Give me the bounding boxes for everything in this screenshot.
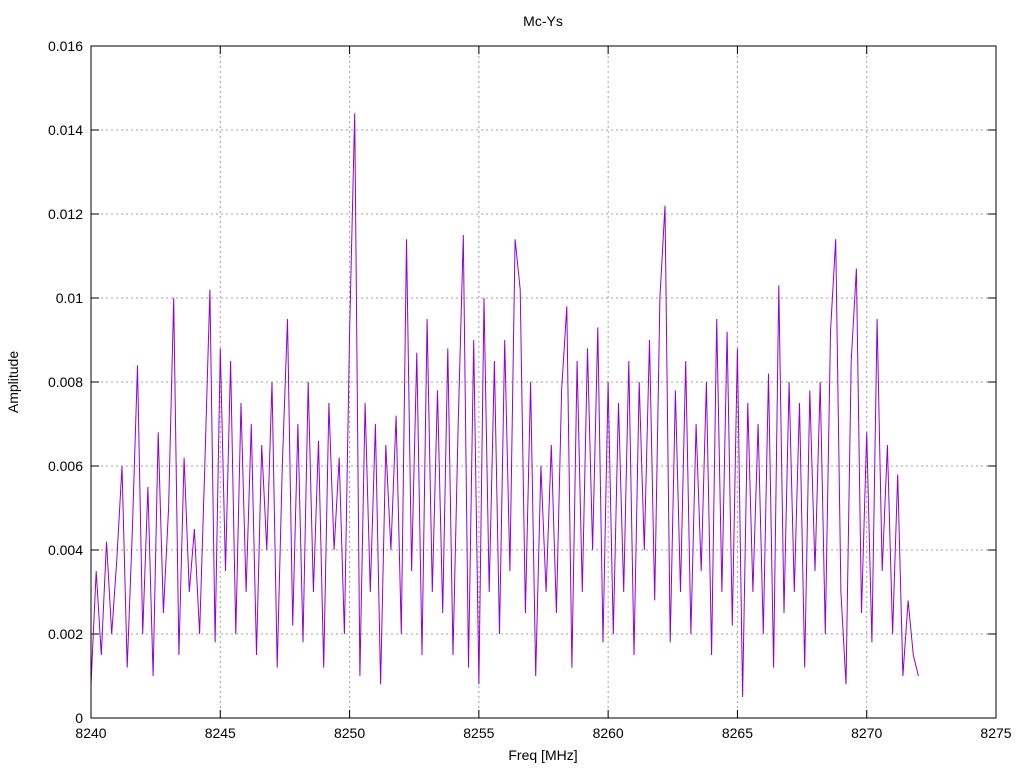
y-tick-label: 0.004 [48, 542, 83, 558]
y-tick-label: 0.01 [56, 290, 83, 306]
series [90, 113, 919, 698]
y-tick-label: 0 [75, 710, 83, 726]
chart-title: Mc-Ys [523, 13, 563, 29]
x-tick-label: 8255 [463, 725, 494, 741]
y-tick-label: 0.006 [48, 458, 83, 474]
y-tick-label: 0.012 [48, 206, 83, 222]
x-tick-label: 8270 [851, 725, 882, 741]
x-tick-label: 8265 [722, 725, 753, 741]
x-tick-label: 8250 [334, 725, 365, 741]
grid [91, 46, 996, 718]
y-axis-label: Amplitude [5, 351, 21, 413]
y-tick-label: 0.008 [48, 374, 83, 390]
x-tick-label: 8275 [980, 725, 1011, 741]
y-tick-label: 0.016 [48, 38, 83, 54]
y-tick-label: 0.002 [48, 626, 83, 642]
series-line [90, 113, 919, 698]
x-tick-label: 8260 [593, 725, 624, 741]
ticks: 8240 8245 8250 8255 8260 8265 8270 8275 0 0.002 0.… [48, 38, 1012, 741]
chart: Mc-Ys Freq [MHz] Amplitude 8240 8245 8250 8… [5, 13, 1012, 763]
x-tick-label: 8245 [205, 725, 236, 741]
y-tick-label: 0.014 [48, 122, 83, 138]
x-tick-label: 8240 [75, 725, 106, 741]
x-axis-label: Freq [MHz] [508, 747, 577, 763]
